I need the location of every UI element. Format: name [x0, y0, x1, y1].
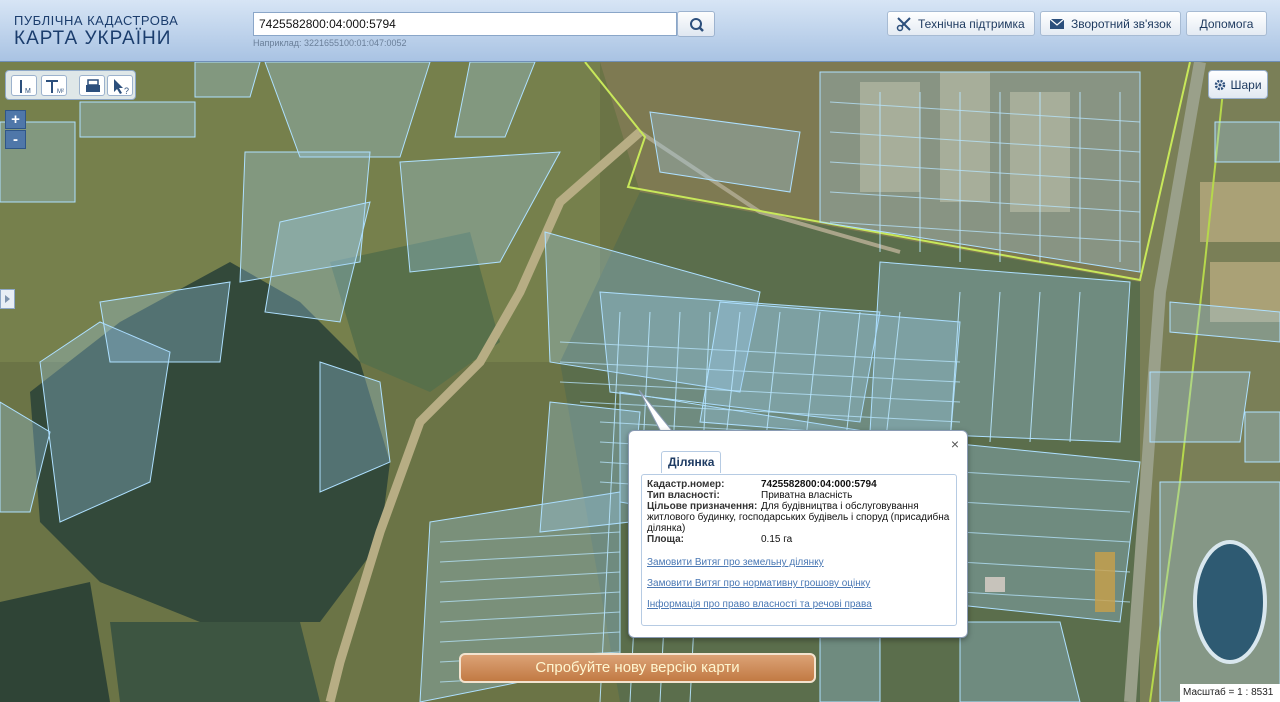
cadastre-value: 7425582800:04:000:5794	[761, 479, 877, 490]
print-tool[interactable]	[79, 75, 105, 96]
cadastre-search-input[interactable]	[253, 12, 677, 36]
map-scale: Масштаб = 1 : 8531	[1180, 684, 1280, 702]
printer-icon	[86, 79, 100, 92]
purpose-label: Цільове призначення:	[647, 501, 758, 512]
search-hint: Наприклад: 3221655100:01:047:0052	[253, 38, 407, 48]
gear-icon	[1215, 79, 1226, 90]
search-icon	[690, 18, 704, 32]
purpose-value: Для будівництва і обслуговування	[761, 501, 919, 512]
envelope-icon	[1049, 18, 1065, 29]
map-toolbar: M M² ?	[5, 70, 136, 100]
ownership-value: Приватна власність	[761, 490, 853, 501]
tech-support-button[interactable]: Технічна підтримка	[887, 11, 1035, 36]
tab-parcel[interactable]: Ділянка	[661, 451, 722, 473]
side-panel-toggle[interactable]	[0, 289, 15, 309]
help-button[interactable]: Допомога	[1186, 11, 1267, 36]
purpose-row: Цільове призначення: Для будівництва і о…	[647, 501, 951, 512]
identify-tool[interactable]: ?	[107, 75, 133, 96]
cadastre-label: Кадастр.номер:	[647, 479, 725, 490]
tech-support-label: Технічна підтримка	[918, 16, 1025, 31]
popup-pointer	[638, 390, 674, 432]
ownership-rights-info-link[interactable]: Інформація про право власності та речові…	[647, 599, 951, 610]
layers-button[interactable]: Шари	[1208, 70, 1268, 99]
ownership-label: Тип власності:	[647, 490, 720, 501]
help-label: Допомога	[1199, 16, 1254, 31]
area-row: Площа: 0.15 га	[647, 534, 951, 545]
zoom-in-button[interactable]: +	[5, 110, 26, 129]
parcel-details: Кадастр.номер: 7425582800:04:000:5794 Ти…	[641, 474, 957, 626]
svg-text:?: ?	[124, 86, 129, 96]
close-icon[interactable]: ×	[951, 436, 959, 452]
logo-line1: ПУБЛІЧНА КАДАСТРОВА	[14, 13, 179, 28]
measure-length-tool[interactable]: M	[11, 75, 37, 96]
feedback-label: Зворотний зв'язок	[1071, 16, 1172, 31]
try-new-version-button[interactable]: Спробуйте нову версію карти	[459, 653, 816, 683]
purpose-value-continued: житлового будинку, господарських будівел…	[647, 512, 950, 534]
pointer-help-icon: ?	[114, 79, 129, 96]
area-value: 0.15 га	[761, 534, 793, 545]
cadastre-row: Кадастр.номер: 7425582800:04:000:5794	[647, 479, 951, 490]
feedback-button[interactable]: Зворотний зв'язок	[1040, 11, 1181, 36]
svg-text:M: M	[25, 88, 31, 95]
layers-label: Шари	[1230, 77, 1262, 92]
measure-area-icon: M²	[46, 80, 64, 95]
header: ПУБЛІЧНА КАДАСТРОВА КАРТА УКРАЇНИ Наприк…	[0, 0, 1280, 62]
tools-icon	[896, 16, 911, 31]
site-logo[interactable]: ПУБЛІЧНА КАДАСТРОВА КАРТА УКРАЇНИ	[14, 14, 178, 50]
pond	[1193, 540, 1267, 664]
search-button[interactable]	[677, 11, 715, 37]
area-label: Площа:	[647, 534, 684, 545]
order-valuation-extract-link[interactable]: Замовити Витяг про нормативну грошову оц…	[647, 578, 951, 589]
measure-area-tool[interactable]: M²	[41, 75, 67, 96]
chevron-right-icon	[5, 295, 10, 303]
zoom-out-button[interactable]: -	[5, 130, 26, 149]
parcel-info-popup: × Ділянка Кадастр.номер: 7425582800:04:0…	[628, 430, 968, 638]
order-parcel-extract-link[interactable]: Замовити Витяг про земельну ділянку	[647, 557, 951, 568]
ownership-row: Тип власності: Приватна власність	[647, 490, 951, 501]
logo-line2: КАРТА УКРАЇНИ	[14, 28, 172, 49]
svg-text:M²: M²	[57, 89, 64, 95]
measure-length-icon: M	[20, 80, 31, 95]
